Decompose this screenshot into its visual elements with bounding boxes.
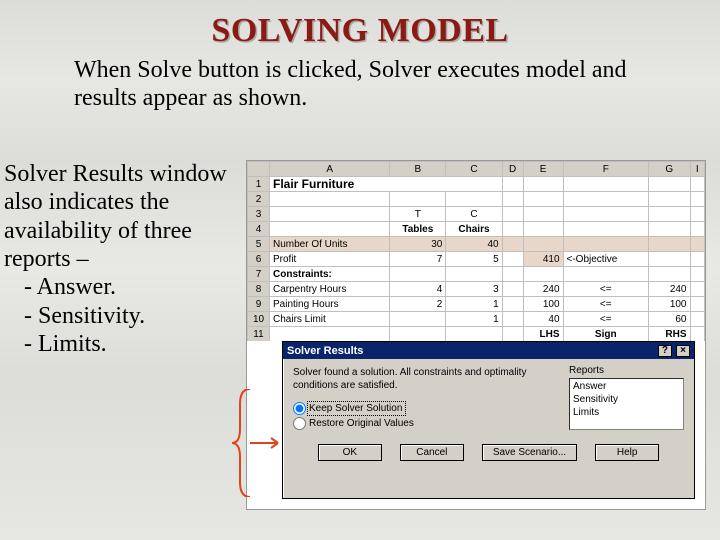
dialog-message: Solver found a solution. All constraints… xyxy=(293,367,543,392)
radio-keep-input[interactable] xyxy=(293,402,306,415)
col-i: I xyxy=(690,162,705,177)
cell-g9: 100 xyxy=(648,297,690,312)
cell-c8: 3 xyxy=(446,282,502,297)
col-d: D xyxy=(502,162,523,177)
cell-b4: Tables xyxy=(390,222,446,237)
help-button[interactable]: Help xyxy=(595,444,659,461)
cancel-button[interactable]: Cancel xyxy=(400,444,464,461)
dialog-titlebar: Solver Results ? × xyxy=(283,342,694,359)
report-item-answer[interactable]: Answer xyxy=(573,380,680,393)
col-c: C xyxy=(446,162,502,177)
left-paragraph: Solver Results window also indicates the… xyxy=(4,160,236,273)
report-item-limits[interactable]: Limits xyxy=(573,406,680,419)
cell-a10: Chairs Limit xyxy=(270,312,390,327)
cell-b3: T xyxy=(390,207,446,222)
dialog-title-text: Solver Results xyxy=(287,345,363,357)
cell-e9: 100 xyxy=(523,297,563,312)
radio-restore-label: Restore Original Values xyxy=(309,418,414,429)
col-b: B xyxy=(390,162,446,177)
ok-button[interactable]: OK xyxy=(318,444,382,461)
cell-b9: 2 xyxy=(390,297,446,312)
close-icon[interactable]: × xyxy=(676,345,690,357)
cell-c5: 40 xyxy=(446,237,502,252)
col-g: G xyxy=(648,162,690,177)
cell-b10 xyxy=(390,312,446,327)
cell-c9: 1 xyxy=(446,297,502,312)
slide-title: SOLVING MODEL xyxy=(0,0,720,50)
cell-e6: 410 xyxy=(523,252,563,267)
radio-keep-label: Keep Solver Solution xyxy=(309,403,404,414)
radio-restore-input[interactable] xyxy=(293,417,306,430)
col-f: F xyxy=(563,162,648,177)
left-text-block: Solver Results window also indicates the… xyxy=(4,160,236,358)
save-scenario-button[interactable]: Save Scenario... xyxy=(482,444,577,461)
spreadsheet-grid: A B C D E F G I 1Flair Furniture 2 3TC 4… xyxy=(247,161,705,341)
cell-e11: LHS xyxy=(523,327,563,342)
reports-listbox[interactable]: Answer Sensitivity Limits xyxy=(569,378,684,430)
bullet-limits: - Limits. xyxy=(24,330,236,358)
reports-label: Reports xyxy=(569,365,684,376)
cell-c6: 5 xyxy=(446,252,502,267)
bullet-sensitivity: - Sensitivity. xyxy=(24,302,236,330)
cell-g10: 60 xyxy=(648,312,690,327)
help-icon[interactable]: ? xyxy=(658,345,672,357)
cell-b8: 4 xyxy=(390,282,446,297)
cell-c4: Chairs xyxy=(446,222,502,237)
cell-f6: <-Objective xyxy=(563,252,648,267)
cell-c3: C xyxy=(446,207,502,222)
cell-c10: 1 xyxy=(446,312,502,327)
cell-f10: <= xyxy=(563,312,648,327)
col-corner xyxy=(248,162,270,177)
cell-f8: <= xyxy=(563,282,648,297)
cell-b5: 30 xyxy=(390,237,446,252)
cell-a9: Painting Hours xyxy=(270,297,390,312)
cell-f9: <= xyxy=(563,297,648,312)
cell-f11: Sign xyxy=(563,327,648,342)
spreadsheet-screenshot: A B C D E F G I 1Flair Furniture 2 3TC 4… xyxy=(246,160,706,510)
cell-a5: Number Of Units xyxy=(270,237,390,252)
col-a: A xyxy=(270,162,390,177)
cell-g8: 240 xyxy=(648,282,690,297)
cell-a6: Profit xyxy=(270,252,390,267)
col-e: E xyxy=(523,162,563,177)
bullet-answer: - Answer. xyxy=(24,273,236,301)
cell-g11: RHS xyxy=(648,327,690,342)
solver-results-dialog: Solver Results ? × Solver found a soluti… xyxy=(282,341,695,499)
cell-a7: Constraints: xyxy=(270,267,390,282)
cell-e8: 240 xyxy=(523,282,563,297)
cell-b6: 7 xyxy=(390,252,446,267)
cell-a1: Flair Furniture xyxy=(270,177,503,192)
intro-text: When Solve button is clicked, Solver exe… xyxy=(74,56,650,113)
cell-a8: Carpentry Hours xyxy=(270,282,390,297)
cell-e10: 40 xyxy=(523,312,563,327)
report-item-sensitivity[interactable]: Sensitivity xyxy=(573,393,680,406)
